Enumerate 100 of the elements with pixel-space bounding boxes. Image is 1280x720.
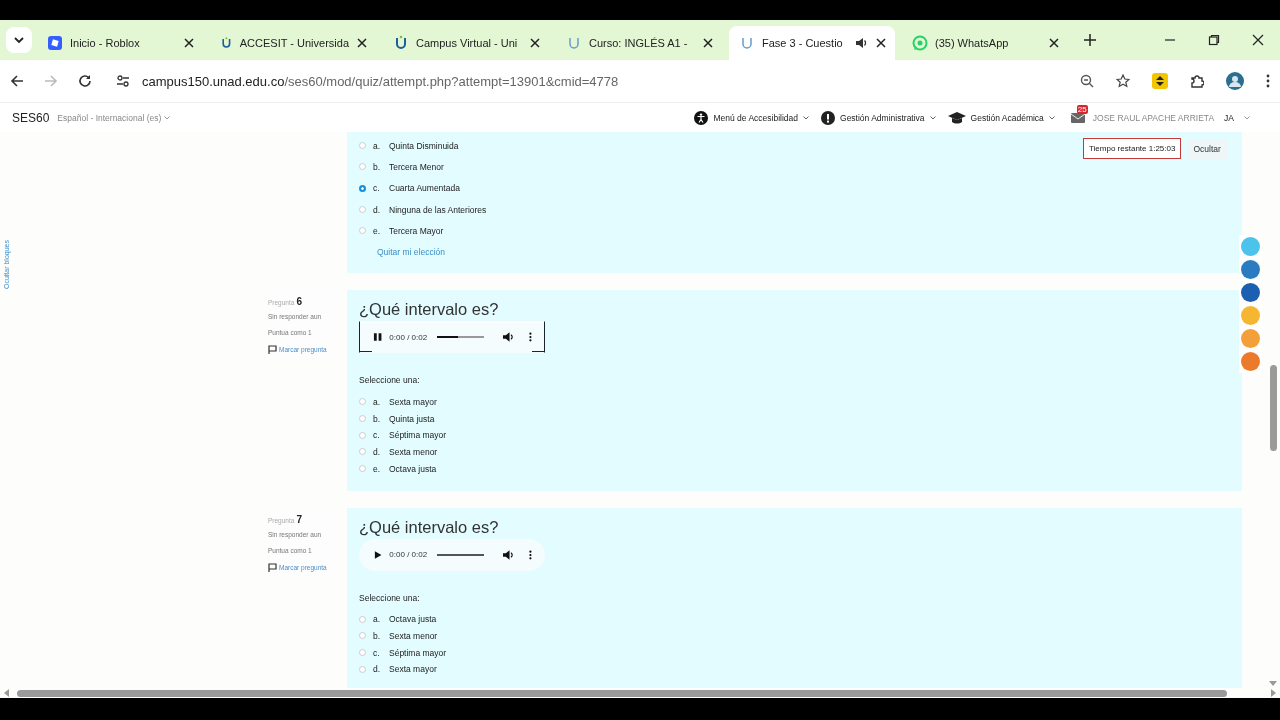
radio-button[interactable] <box>359 615 366 623</box>
radio-button[interactable] <box>359 665 366 673</box>
user-initials[interactable]: JA <box>1224 112 1234 123</box>
radio-button[interactable] <box>359 415 366 422</box>
cup-favicon-icon <box>566 35 582 51</box>
browser-tab[interactable]: ACCESIT - Universida <box>210 26 376 60</box>
option-label[interactable]: Ninguna de las Anteriores <box>389 204 487 215</box>
speaker-icon[interactable] <box>854 36 868 50</box>
radio-button[interactable] <box>359 632 366 640</box>
new-tab-icon[interactable] <box>1083 33 1097 47</box>
radio-button[interactable] <box>359 448 366 456</box>
audio-progress-track[interactable] <box>437 553 484 556</box>
tool-circle-icon[interactable] <box>1241 283 1260 302</box>
option-label[interactable]: Octava justa <box>389 614 437 625</box>
audio-player[interactable]: 0:00 / 0:02 <box>359 538 545 571</box>
radio-button[interactable] <box>359 431 366 439</box>
radio-button[interactable] <box>359 163 366 171</box>
caret-icon[interactable] <box>1244 115 1250 120</box>
option-letter: c. <box>373 183 381 194</box>
close-icon[interactable] <box>875 37 887 49</box>
browser-tab[interactable]: Campus Virtual - Uni <box>383 26 549 60</box>
option-label[interactable]: Séptima mayor <box>389 430 447 441</box>
puzzle-icon[interactable] <box>1190 74 1204 88</box>
option-label[interactable]: Sexta mayor <box>389 396 437 407</box>
hide-button[interactable]: Ocultar <box>1187 138 1227 159</box>
answer-prompt: Seleccione una: <box>359 592 421 603</box>
radio-button[interactable] <box>359 184 366 192</box>
tab-search-icon[interactable] <box>6 27 32 53</box>
option-label[interactable]: Séptima mayor <box>389 647 447 658</box>
question-number: 6 <box>296 296 302 308</box>
play-icon[interactable] <box>373 549 383 560</box>
reload-icon[interactable] <box>78 74 92 88</box>
radio-button[interactable] <box>359 227 366 235</box>
close-icon[interactable] <box>702 37 714 49</box>
option-label[interactable]: Sexta menor <box>389 630 438 641</box>
language-menu[interactable]: Español - Internacional (es) <box>57 112 171 123</box>
site-settings-icon[interactable] <box>116 74 130 88</box>
option-letter: e. <box>373 225 382 236</box>
more-icon[interactable] <box>1266 74 1270 88</box>
star-icon[interactable] <box>1116 74 1130 88</box>
option-letter: e. <box>373 463 382 474</box>
back-icon[interactable] <box>10 74 24 88</box>
header-menu[interactable]: Gestión Administrativa <box>821 110 936 125</box>
option-label[interactable]: Tercera Mayor <box>389 225 444 236</box>
close-icon[interactable] <box>183 37 195 49</box>
more-icon[interactable] <box>529 549 532 560</box>
browser-tab[interactable]: Curso: INGLÉS A1 - <box>556 26 722 60</box>
vertical-scrollbar[interactable] <box>1269 365 1277 451</box>
question-title: ¿Qué intervalo es? <box>359 517 500 537</box>
radio-button[interactable] <box>359 206 366 214</box>
option-label[interactable]: Octava justa <box>389 463 437 474</box>
close-icon[interactable] <box>356 37 368 49</box>
tool-circle-icon[interactable] <box>1241 352 1260 371</box>
accessibility-icon <box>694 110 709 125</box>
close-icon[interactable] <box>1048 37 1060 49</box>
zoom-icon[interactable] <box>1080 74 1094 88</box>
pause-icon[interactable] <box>373 332 383 343</box>
caret-icon <box>803 115 809 120</box>
header-menu[interactable]: Menú de Accesibilidad <box>694 110 809 125</box>
message-count-badge: 25 <box>1076 105 1088 114</box>
option-label[interactable]: Quinta justa <box>389 413 435 424</box>
radio-button[interactable] <box>359 142 366 150</box>
question-title: ¿Qué intervalo es? <box>359 300 500 320</box>
tool-circle-icon[interactable] <box>1241 260 1260 279</box>
audio-time: 0:00 / 0:02 <box>389 550 428 560</box>
radio-button[interactable] <box>359 465 366 473</box>
option-label[interactable]: Sexta mayor <box>389 664 437 675</box>
option-letter: a. <box>373 396 382 407</box>
audio-player[interactable]: 0:00 / 0:02 <box>359 321 545 354</box>
option-label[interactable]: Tercera Menor <box>389 161 444 172</box>
answer-prompt: Seleccione una: <box>359 375 421 386</box>
more-icon[interactable] <box>529 332 532 343</box>
option-label[interactable]: Cuarta Aumentada <box>389 183 460 194</box>
option-letter: b. <box>373 413 382 424</box>
radio-button[interactable] <box>359 398 366 406</box>
avatar-icon[interactable] <box>1226 72 1244 90</box>
browser-tab[interactable]: Inicio - Roblox <box>37 26 203 60</box>
horizontal-scrollbar[interactable] <box>17 689 1227 697</box>
extension-icon[interactable] <box>1152 73 1168 89</box>
clear-choice-link[interactable]: Quitar mi elección <box>377 247 446 258</box>
volume-icon[interactable] <box>502 332 514 343</box>
header-menu[interactable]: Gestión Académica <box>947 110 1055 125</box>
restore-icon[interactable] <box>1208 34 1220 46</box>
option-label[interactable]: Quinta Disminuida <box>389 140 459 151</box>
caret-icon <box>1048 115 1055 120</box>
flag-icon <box>268 345 277 355</box>
browser-tab[interactable]: (35) WhatsApp <box>902 26 1068 60</box>
envelope-icon[interactable] <box>1070 112 1085 123</box>
graduation-cap-icon <box>947 110 966 125</box>
time-remaining: Tiempo restante 1:25:03 <box>1083 138 1182 159</box>
volume-icon[interactable] <box>502 549 514 560</box>
site-name[interactable]: SES60 <box>12 110 50 125</box>
option-label[interactable]: Sexta menor <box>389 446 438 457</box>
audio-progress-track[interactable] <box>437 336 484 339</box>
user-name[interactable]: JOSE RAUL APACHE ARRIETA <box>1092 112 1215 123</box>
cup-favicon-icon <box>739 35 755 51</box>
radio-button[interactable] <box>359 649 366 657</box>
close-icon[interactable] <box>1252 34 1264 46</box>
browser-tab[interactable]: Fase 3 - Cuestio <box>729 26 895 60</box>
close-icon[interactable] <box>529 37 541 49</box>
